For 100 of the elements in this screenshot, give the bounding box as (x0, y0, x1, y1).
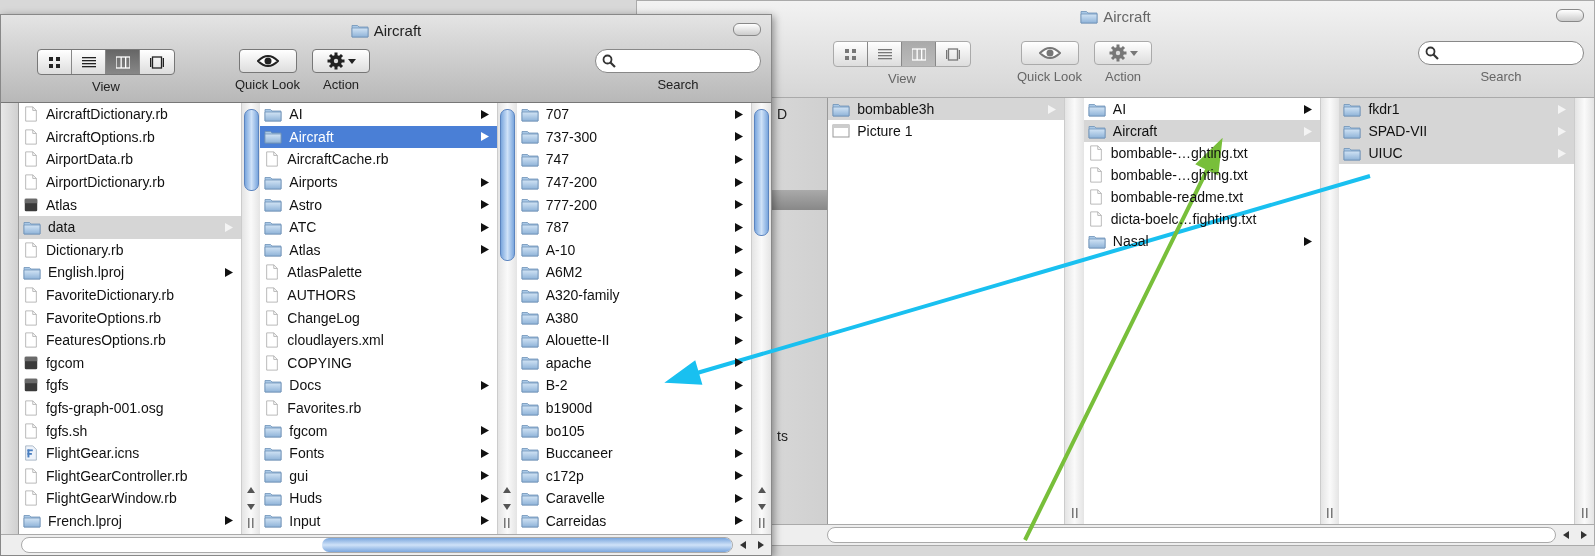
disclosure-arrow-icon[interactable] (480, 448, 489, 458)
file-row[interactable]: FlightGearWindow.rb (18, 487, 242, 510)
file-row[interactable]: ATC (260, 215, 497, 239)
column-resize-icon[interactable] (248, 518, 255, 528)
file-row[interactable]: fgcom (18, 351, 242, 375)
file-row[interactable]: Aircraft (260, 125, 497, 149)
disclosure-arrow-icon[interactable] (735, 471, 744, 481)
file-row[interactable]: b1900d (516, 396, 752, 420)
disclosure-arrow-icon[interactable] (735, 493, 744, 503)
disclosure-arrow-icon[interactable] (735, 313, 744, 323)
file-row[interactable]: data (18, 215, 242, 239)
file-row[interactable]: AircraftCache.rb (260, 148, 497, 171)
file-row[interactable]: Fonts (260, 441, 497, 465)
file-row[interactable]: FavoriteDictionary.rb (18, 283, 242, 307)
disclosure-arrow-icon[interactable] (735, 267, 744, 277)
file-row[interactable]: AirportDictionary.rb (18, 170, 242, 194)
file-row[interactable]: bo105 (516, 419, 752, 442)
disclosure-arrow-icon[interactable] (735, 448, 744, 458)
disclosure-arrow-icon[interactable] (735, 200, 744, 210)
disclosure-arrow-icon[interactable] (735, 426, 744, 436)
disclosure-arrow-icon[interactable] (480, 516, 489, 526)
file-row[interactable]: 737-300 (516, 125, 752, 149)
disclosure-arrow-icon[interactable] (735, 155, 744, 164)
horizontal-scrollbar[interactable] (21, 537, 733, 553)
file-row[interactable]: c172p (516, 464, 752, 488)
file-row[interactable]: Huds (260, 487, 497, 510)
disclosure-arrow-icon[interactable] (225, 516, 234, 526)
file-row[interactable]: 787 (516, 215, 752, 239)
quick-look-button[interactable] (238, 49, 297, 73)
scrollbar-thumb[interactable] (499, 109, 515, 261)
disclosure-arrow-icon[interactable] (480, 426, 489, 436)
file-row[interactable]: fgfs-graph-001.osg (18, 396, 242, 420)
file-row[interactable]: gui (260, 464, 497, 488)
file-row[interactable]: 747 (516, 148, 752, 171)
disclosure-arrow-icon[interactable] (735, 132, 744, 142)
file-row[interactable]: 747-200 (516, 170, 752, 194)
file-row[interactable]: AirportData.rb (18, 148, 242, 171)
file-row[interactable]: A320-family (516, 283, 752, 307)
file-row[interactable]: AI (260, 103, 497, 126)
disclosure-arrow-icon[interactable] (480, 471, 489, 481)
search-field[interactable] (595, 49, 761, 73)
file-row[interactable]: AUTHORS (260, 283, 497, 307)
file-row[interactable]: FlightGear.icns (18, 441, 242, 465)
disclosure-arrow-icon[interactable] (480, 177, 489, 187)
disclosure-arrow-icon[interactable] (735, 222, 744, 232)
action-button[interactable] (312, 49, 371, 73)
file-row[interactable]: Caravelle (516, 487, 752, 510)
disclosure-arrow-icon[interactable] (480, 493, 489, 503)
file-row[interactable]: ChangeLog (260, 306, 497, 329)
scrollbar-thumb[interactable] (243, 109, 259, 191)
file-row[interactable]: COPYING (260, 351, 497, 375)
disclosure-arrow-icon[interactable] (480, 245, 489, 255)
file-row[interactable]: Buccaneer (516, 441, 752, 465)
file-row[interactable]: 777-200 (516, 193, 752, 216)
file-row[interactable]: Astro (260, 193, 497, 216)
file-row[interactable]: Carreidas (516, 509, 752, 533)
file-row[interactable]: FlightGearController.rb (18, 464, 242, 488)
file-row[interactable]: Atlas (18, 193, 242, 216)
file-row[interactable]: Airports (260, 170, 497, 194)
file-row[interactable]: AircraftOptions.rb (18, 125, 242, 149)
file-row[interactable]: fgcom (260, 419, 497, 442)
disclosure-arrow-icon[interactable] (735, 245, 744, 255)
file-row[interactable]: Alouette-II (516, 328, 752, 352)
disclosure-arrow-icon[interactable] (735, 177, 744, 187)
file-row[interactable]: Atlas (260, 238, 497, 262)
toolbar-toggle-button[interactable] (733, 23, 761, 36)
disclosure-arrow-icon[interactable] (480, 200, 489, 210)
document-icon (1087, 210, 1104, 228)
disclosure-arrow-icon[interactable] (735, 516, 744, 526)
file-row[interactable]: fgfs (18, 374, 242, 397)
file-row[interactable]: A-10 (516, 238, 752, 262)
file-row[interactable]: FavoriteOptions.rb (18, 306, 242, 329)
disclosure-arrow-icon[interactable] (735, 290, 744, 300)
file-row[interactable]: Dictionary.rb (18, 238, 242, 262)
disclosure-arrow-icon[interactable] (480, 380, 489, 390)
disclosure-arrow-icon[interactable] (735, 380, 744, 390)
disclosure-arrow-icon[interactable] (735, 109, 744, 119)
file-row[interactable]: AircraftDictionary.rb (18, 103, 242, 126)
file-row[interactable]: Docs (260, 374, 497, 397)
disclosure-arrow-icon[interactable] (735, 358, 744, 368)
disclosure-arrow-icon[interactable] (735, 403, 744, 413)
file-row[interactable]: AtlasPalette (260, 261, 497, 284)
file-row[interactable]: 707 (516, 103, 752, 126)
file-row[interactable]: A380 (516, 306, 752, 329)
file-row[interactable]: English.lproj (18, 261, 242, 284)
disclosure-arrow-icon[interactable] (480, 109, 489, 119)
file-row[interactable]: Favorites.rb (260, 396, 497, 420)
file-row[interactable]: FeaturesOptions.rb (18, 328, 242, 352)
file-row[interactable]: fgfs.sh (18, 419, 242, 442)
disclosure-arrow-icon[interactable] (480, 222, 489, 232)
file-row[interactable]: French.lproj (18, 509, 242, 533)
column-resize-icon[interactable] (758, 518, 765, 528)
scrollbar-thumb[interactable] (754, 109, 769, 236)
disclosure-arrow-icon[interactable] (225, 267, 234, 277)
disclosure-arrow-icon[interactable] (735, 335, 744, 345)
file-row[interactable]: Input (260, 509, 497, 533)
file-row[interactable]: cloudlayers.xml (260, 328, 497, 352)
column-resize-icon[interactable] (504, 518, 511, 528)
file-row[interactable]: A6M2 (516, 261, 752, 284)
folder-icon (1343, 145, 1362, 161)
